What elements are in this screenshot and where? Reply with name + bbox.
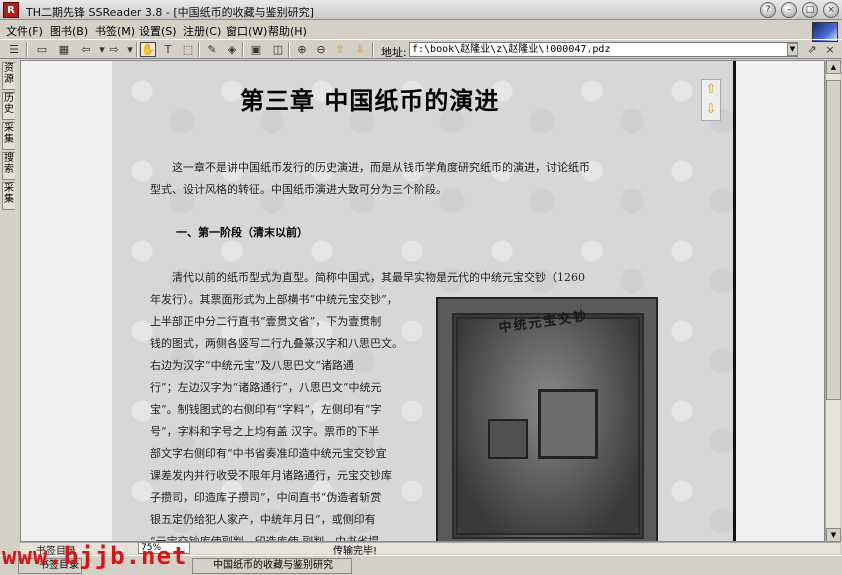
section-heading: 一、第一阶段（清末以前） bbox=[176, 226, 308, 239]
sidebar-tab-collect-2[interactable]: 采集 bbox=[2, 182, 15, 210]
open-icon[interactable]: ▭ bbox=[34, 42, 50, 57]
back-icon[interactable]: ⇦ bbox=[78, 42, 94, 57]
close-doc-icon[interactable]: × bbox=[822, 42, 838, 57]
sidebar-tab-resources[interactable]: 资源 bbox=[2, 62, 15, 90]
text-select-icon[interactable]: T bbox=[160, 42, 176, 57]
body-line: 清代以前的纸币型式为直型。简称中国式，其最早实物是元代的中统元宝交钞（1260 bbox=[172, 271, 585, 284]
title-bar: R TH二期先锋 SSReader 3.8 - [中国纸币的收藏与鉴别研究] ?… bbox=[0, 0, 842, 20]
fit-width-icon[interactable]: ◫ bbox=[270, 42, 286, 57]
page-up-icon[interactable]: ⇧ bbox=[332, 42, 348, 57]
address-dropdown-icon[interactable]: ▼ bbox=[787, 43, 798, 56]
chapter-title: 第三章 中国纸币的演进 bbox=[240, 86, 500, 115]
forward-icon[interactable]: ⇨ bbox=[106, 42, 122, 57]
toolbar-separator bbox=[26, 42, 28, 57]
body-line: 钱的图式，两侧各竖写二行九叠篆汉字和八思巴文。 bbox=[150, 337, 403, 350]
ssreader-icon[interactable]: R bbox=[3, 2, 19, 18]
toolbar: ☰ ▭ ▦ ⇦ ▾ ⇨ ▾ ✋ T ⬚ ✎ ◈ ▣ ◫ ⊕ ⊖ ⇧ ⇩ 地址: … bbox=[0, 39, 842, 59]
highlight-icon[interactable]: ◈ bbox=[224, 42, 240, 57]
intro-line: 这一章不是讲中国纸币发行的历史演进，而是从钱币学角度研究纸币的演进，讨论纸币 bbox=[172, 161, 590, 174]
region-select-icon[interactable]: ⬚ bbox=[180, 42, 196, 57]
menu-settings[interactable]: 设置(S) bbox=[139, 23, 177, 39]
site-watermark: www.bjjb.net bbox=[2, 542, 188, 570]
banknote-coin-pattern bbox=[488, 419, 528, 459]
next-page-icon[interactable]: ⇩ bbox=[702, 100, 720, 120]
banknote-frame bbox=[452, 313, 644, 539]
body-line: 上半部正中分二行直书“壹贯文省”，下为壹贯制 bbox=[150, 315, 382, 328]
scroll-thumb[interactable] bbox=[826, 80, 841, 400]
toolbar-separator bbox=[372, 42, 374, 57]
prev-page-icon[interactable]: ⇧ bbox=[702, 80, 720, 100]
body-line: 行”；左边汉字为“诸路通行”，八思巴文“中统元 bbox=[150, 381, 382, 394]
annotate-icon[interactable]: ✎ bbox=[204, 42, 220, 57]
go-icon[interactable]: ⇗ bbox=[804, 42, 820, 57]
body-line: 年发行）。其票面形式为上部横书“中统元宝交钞”， bbox=[150, 293, 398, 306]
banknote-center-seal bbox=[538, 389, 598, 459]
menu-window[interactable]: 窗口(W) bbox=[226, 23, 267, 39]
toolbar-separator bbox=[198, 42, 200, 57]
minimize-button[interactable]: – bbox=[781, 2, 797, 18]
sidebar-tab-search[interactable]: 搜索 bbox=[2, 152, 15, 180]
body-line: 银五定仍给犯人家产，中统年月日”，或侧印有 bbox=[150, 513, 376, 526]
body-line: 宝”。制钱图式的右侧印有“字料”，左侧印有“字 bbox=[150, 403, 382, 416]
toolbar-separator bbox=[242, 42, 244, 57]
fit-page-icon[interactable]: ▣ bbox=[248, 42, 264, 57]
toolbar-separator bbox=[136, 42, 138, 57]
body-line: 课差发内并行收受不限年月诸路通行，元宝交钞库 bbox=[150, 469, 392, 482]
help-icon[interactable]: ? bbox=[760, 2, 776, 18]
close-button[interactable]: × bbox=[823, 2, 839, 18]
scroll-down-icon[interactable]: ▼ bbox=[826, 528, 841, 542]
reader-window: R TH二期先锋 SSReader 3.8 - [中国纸币的收藏与鉴别研究] ?… bbox=[0, 0, 842, 575]
body-line: 子攒司，印造库子攒司”，中间直书“伪造者斩赏 bbox=[150, 491, 382, 504]
maximize-button[interactable]: □ bbox=[802, 2, 818, 18]
zoom-in-icon[interactable]: ⊕ bbox=[294, 42, 310, 57]
book-page: 第三章 中国纸币的演进 这一章不是讲中国纸币发行的历史演进，而是从钱币学角度研究… bbox=[112, 61, 736, 542]
hand-tool-icon[interactable]: ✋ bbox=[140, 42, 156, 57]
sidebar-tabs: 资源 历史 采集 搜索 采集 bbox=[0, 62, 18, 242]
body-line: 部文字右侧印有“中书省奏准印造中统元宝交钞宜 bbox=[150, 447, 387, 460]
intro-line: 型式、设计风格的转征。中国纸币演进大致可分为三个阶段。 bbox=[150, 183, 447, 196]
body-line: “元宝交钞库使副判，印造库使 副判，中书省提 bbox=[150, 535, 380, 542]
zoom-out-icon[interactable]: ⊖ bbox=[313, 42, 329, 57]
scroll-up-icon[interactable]: ▲ bbox=[826, 60, 841, 74]
page-nav: ⇧ ⇩ bbox=[701, 79, 721, 121]
menu-bookmark[interactable]: 书签(M) bbox=[95, 23, 135, 39]
sidebar-tab-history[interactable]: 历史 bbox=[2, 92, 15, 120]
banknote-image: 中统元宝交钞 bbox=[436, 297, 658, 541]
menu-file[interactable]: 文件(F) bbox=[6, 23, 43, 39]
library-icon[interactable]: ▦ bbox=[56, 42, 72, 57]
sidebar-tab-collect[interactable]: 采集 bbox=[2, 122, 15, 150]
page-down-icon[interactable]: ⇩ bbox=[352, 42, 368, 57]
body-line: 号”，字料和字号之上均有盖 汉字。票币的下半 bbox=[150, 425, 380, 438]
menu-help[interactable]: 帮助(H) bbox=[268, 23, 307, 39]
vertical-scrollbar[interactable]: ▲ ▼ bbox=[825, 60, 841, 542]
address-input[interactable]: f:\book\赵隆业\z\赵隆业\!000047.pdz bbox=[409, 42, 798, 57]
document-view[interactable]: 第三章 中国纸币的演进 这一章不是讲中国纸币发行的历史演进，而是从钱币学角度研究… bbox=[20, 60, 825, 542]
menu-book[interactable]: 图书(B) bbox=[50, 23, 88, 39]
toc-icon[interactable]: ☰ bbox=[6, 42, 22, 57]
menu-register[interactable]: 注册(C) bbox=[183, 23, 221, 39]
address-label: 地址: bbox=[381, 46, 407, 59]
toolbar-separator bbox=[288, 42, 290, 57]
menu-bar: 文件(F) 图书(B) 书签(M) 设置(S) 注册(C) 窗口(W) 帮助(H… bbox=[0, 21, 842, 38]
body-line: 右边为汉字“中统元宝”及八思巴文“诸路通 bbox=[150, 359, 354, 372]
window-title: TH二期先锋 SSReader 3.8 - [中国纸币的收藏与鉴别研究] bbox=[26, 6, 314, 19]
task-document[interactable]: 中国纸币的收藏与鉴别研究 bbox=[192, 558, 352, 574]
